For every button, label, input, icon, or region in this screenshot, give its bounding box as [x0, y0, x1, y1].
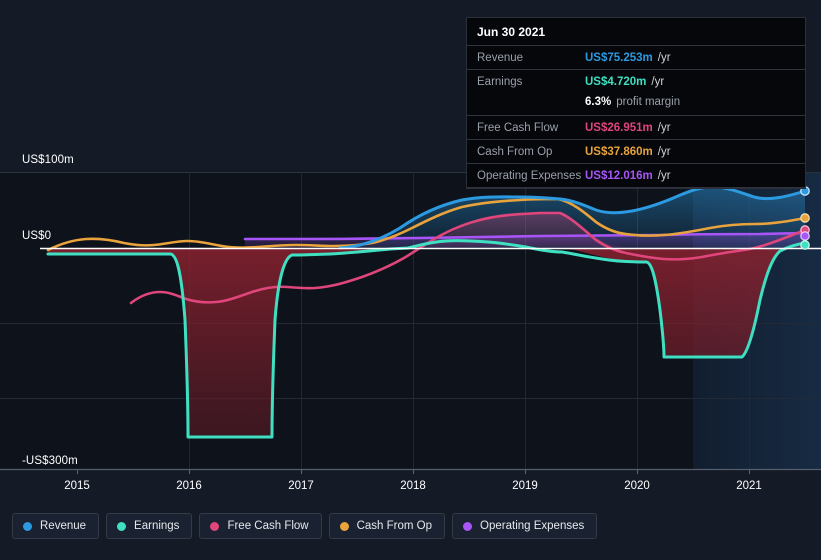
x-axis-label-2018: 2018 [400, 480, 426, 492]
cash-from-op-endpoint-dot [800, 213, 810, 223]
tooltip-label-operating-expenses: Operating Expenses [477, 169, 582, 182]
tooltip-unit-free-cash-flow: /yr [657, 121, 671, 134]
legend-item-free-cash-flow[interactable]: Free Cash Flow [199, 513, 322, 539]
tooltip-value-operating-expenses: US$12.016m [585, 169, 653, 182]
tooltip-row-profit-margin: 6.3% profit margin [467, 93, 805, 115]
tooltip-date: Jun 30 2021 [477, 25, 546, 39]
x-axis-label-2017: 2017 [288, 480, 314, 492]
y-axis-label-neg300m: -US$300m [22, 455, 78, 467]
tooltip-value-revenue: US$75.253m [585, 51, 653, 64]
earnings-color-dot-icon [117, 521, 127, 531]
x-axis-label-2015: 2015 [64, 480, 90, 492]
legend-item-revenue[interactable]: Revenue [12, 513, 100, 539]
x-axis-label-2020: 2020 [624, 480, 650, 492]
legend-label-free-cash-flow: Free Cash Flow [227, 520, 309, 532]
chart-screenshot: US$100m US$0 -US$300m 2015 2016 2017 201… [0, 0, 821, 560]
tooltip-value-earnings: US$4.720m [585, 75, 647, 88]
tooltip-unit-earnings: /yr [651, 75, 665, 88]
y-axis-label-100m: US$100m [22, 154, 74, 166]
chart-legend: Revenue Earnings Free Cash Flow Cash Fro… [12, 513, 598, 539]
tooltip-row-earnings: Earnings US$4.720m /yr [467, 69, 805, 93]
chart-tooltip: Jun 30 2021 Revenue US$75.253m /yr Earni… [466, 17, 806, 189]
free-cash-flow-color-dot-icon [210, 521, 220, 531]
legend-item-earnings[interactable]: Earnings [106, 513, 193, 539]
tooltip-unit-cash-from-op: /yr [657, 145, 671, 158]
legend-item-cash-from-op[interactable]: Cash From Op [328, 513, 446, 539]
tooltip-value-free-cash-flow: US$26.951m [585, 121, 653, 134]
tooltip-value-profit-margin: 6.3% [585, 95, 612, 108]
tooltip-row-operating-expenses: Operating Expenses US$12.016m /yr [467, 163, 805, 188]
operating-expenses-endpoint-dot [800, 231, 810, 241]
tooltip-unit-revenue: /yr [657, 51, 671, 64]
legend-label-operating-expenses: Operating Expenses [480, 520, 585, 532]
tooltip-label-earnings: Earnings [477, 75, 523, 88]
legend-item-operating-expenses[interactable]: Operating Expenses [452, 513, 598, 539]
operating-expenses-color-dot-icon [463, 521, 473, 531]
x-axis-label-2016: 2016 [176, 480, 202, 492]
legend-label-earnings: Earnings [134, 520, 180, 532]
legend-label-revenue: Revenue [40, 520, 87, 532]
y-axis-label-0: US$0 [22, 230, 52, 242]
tooltip-row-revenue: Revenue US$75.253m /yr [467, 45, 805, 69]
tooltip-label-cash-from-op: Cash From Op [477, 145, 553, 158]
x-axis-label-2021: 2021 [736, 480, 762, 492]
tooltip-row-free-cash-flow: Free Cash Flow US$26.951m /yr [467, 115, 805, 139]
tooltip-unit-profit-margin: profit margin [616, 95, 681, 108]
tooltip-value-cash-from-op: US$37.860m [585, 145, 653, 158]
tooltip-label-free-cash-flow: Free Cash Flow [477, 121, 559, 134]
cash-from-op-color-dot-icon [339, 521, 349, 531]
earnings-endpoint-dot [800, 240, 810, 250]
tooltip-label-revenue: Revenue [477, 51, 524, 64]
revenue-color-dot-icon [23, 521, 32, 531]
x-axis-label-2019: 2019 [512, 480, 538, 492]
legend-label-cash-from-op: Cash From Op [356, 520, 433, 532]
tooltip-unit-operating-expenses: /yr [657, 169, 671, 182]
tooltip-row-cash-from-op: Cash From Op US$37.860m /yr [467, 139, 805, 163]
